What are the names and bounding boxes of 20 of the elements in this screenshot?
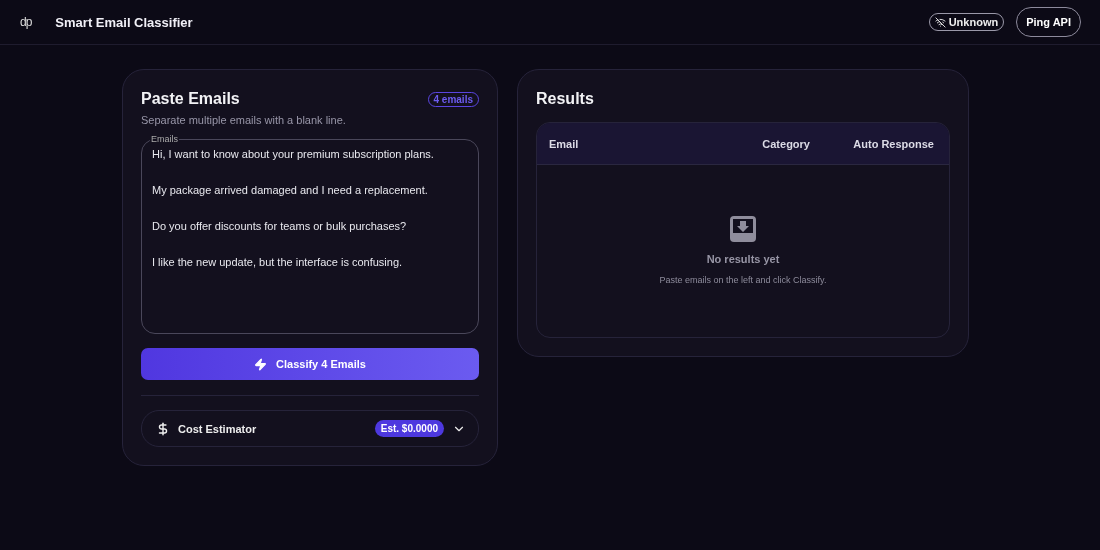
- cost-estimator[interactable]: Cost Estimator Est. $0.0000: [141, 410, 479, 447]
- estimate-badge: Est. $0.0000: [374, 420, 444, 437]
- lightning-icon: [254, 357, 268, 371]
- status-label: Unknown: [948, 16, 999, 28]
- emails-field[interactable]: Emails Hi, I want to know about your premium subscription plans. My package arrived damaged and I need a replacement. Do you offer discounts for teams or bulk purchases? I like the new update, but the interface is confusing.: [141, 134, 479, 334]
- empty-title: No results yet: [706, 253, 780, 265]
- dollar-icon: [156, 421, 170, 436]
- inbox-download-icon: [729, 215, 757, 243]
- panel-title: Results: [536, 90, 595, 108]
- app-title: Smart Email Classifier: [55, 14, 194, 30]
- column-header: Category: [761, 137, 810, 150]
- panel-subtitle: Separate multiple emails with a blank line.: [141, 114, 347, 126]
- column-header: Auto Response: [852, 137, 934, 150]
- panel-title: Paste Emails: [141, 90, 240, 108]
- logo: dp: [20, 15, 32, 29]
- cost-label: Cost Estimator: [178, 422, 258, 435]
- column-header: Email: [549, 137, 580, 150]
- classify-button[interactable]: Classify 4 Emails: [141, 348, 479, 380]
- wifi-off-icon: [934, 16, 946, 28]
- empty-hint: Paste emails on the left and click Classify.: [659, 275, 827, 285]
